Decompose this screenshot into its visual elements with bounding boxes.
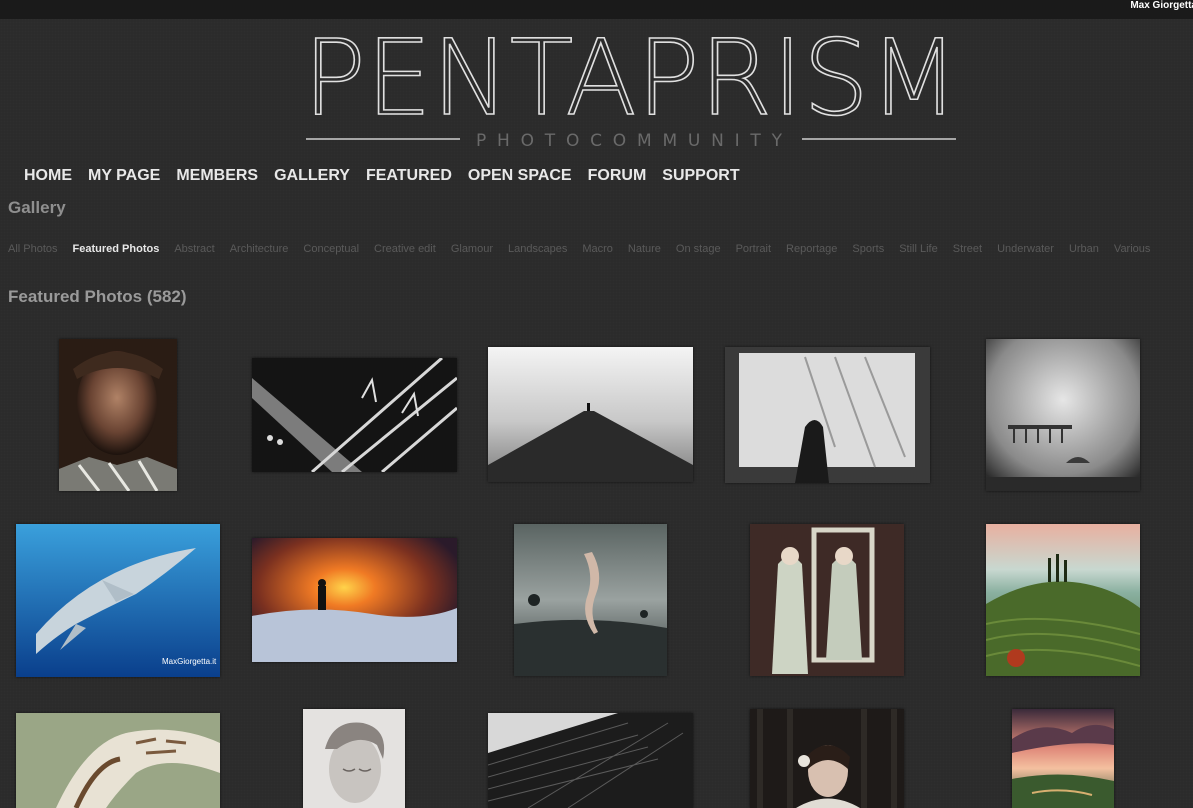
nav-forum[interactable]: FORUM	[580, 166, 655, 188]
photo-thumb-surreal-dancer[interactable]	[514, 524, 667, 676]
category-abstract[interactable]: Abstract	[174, 242, 214, 256]
main-nav: HOME MY PAGE MEMBERS GALLERY FEATURED OP…	[16, 166, 748, 188]
category-underwater[interactable]: Underwater	[997, 242, 1054, 256]
category-conceptual[interactable]: Conceptual	[303, 242, 359, 256]
category-architecture[interactable]: Architecture	[230, 242, 289, 256]
category-sports[interactable]: Sports	[852, 242, 884, 256]
top-bar: Max Giorgetta	[0, 0, 1193, 19]
photo-thumb-woman-frame[interactable]	[725, 347, 930, 483]
photo-thumb-hawk[interactable]	[16, 713, 220, 808]
site-logo[interactable]: PENTAPRISM PHOTOCOMMUNITY	[300, 28, 962, 152]
category-glamour[interactable]: Glamour	[451, 242, 493, 256]
photo-thumb-skyscraper[interactable]	[488, 713, 693, 808]
nav-members[interactable]: MEMBERS	[168, 166, 266, 188]
nav-support[interactable]: SUPPORT	[654, 166, 747, 188]
nav-my-page[interactable]: MY PAGE	[80, 166, 168, 188]
page-title: Gallery	[8, 198, 66, 217]
category-still-life[interactable]: Still Life	[899, 242, 938, 256]
category-reportage[interactable]: Reportage	[786, 242, 837, 256]
category-nature[interactable]: Nature	[628, 242, 661, 256]
nav-home[interactable]: HOME	[16, 166, 80, 188]
photo-thumb-woman-soft[interactable]	[303, 709, 405, 808]
user-name[interactable]: Max Giorgetta	[1130, 0, 1193, 19]
photo-watermark: MaxGiorgetta.it	[162, 657, 217, 666]
section-title: Featured Photos (582)	[8, 287, 187, 306]
photo-thumb-shark[interactable]: MaxGiorgetta.it	[16, 524, 220, 677]
logo-graphic: PENTAPRISM PHOTOCOMMUNITY	[302, 28, 960, 151]
category-on-stage[interactable]: On stage	[676, 242, 721, 256]
logo-brand-text: PENTAPRISM	[303, 28, 959, 139]
category-macro[interactable]: Macro	[582, 242, 613, 256]
photo-thumb-old-man[interactable]	[59, 339, 177, 491]
category-featured-photos[interactable]: Featured Photos	[73, 242, 160, 256]
category-portrait[interactable]: Portrait	[736, 242, 771, 256]
category-various[interactable]: Various	[1114, 242, 1150, 256]
nav-gallery[interactable]: GALLERY	[266, 166, 358, 188]
nav-featured[interactable]: FEATURED	[358, 166, 460, 188]
photo-thumb-sunset-clouds[interactable]	[1012, 709, 1114, 808]
photo-thumb-girls-mirror[interactable]	[750, 524, 904, 676]
category-urban[interactable]: Urban	[1069, 242, 1099, 256]
nav-open-space[interactable]: OPEN SPACE	[460, 166, 580, 188]
photo-thumb-long-exposure-pier[interactable]	[986, 339, 1140, 491]
photo-thumb-sunset-snow[interactable]	[252, 538, 457, 662]
photo-thumb-girl-flower[interactable]	[750, 709, 904, 808]
photo-thumb-street-arrows[interactable]	[252, 358, 457, 472]
category-creative-edit[interactable]: Creative edit	[374, 242, 436, 256]
photo-thumb-tuscany[interactable]	[986, 524, 1140, 676]
category-all-photos[interactable]: All Photos	[8, 242, 58, 256]
category-street[interactable]: Street	[953, 242, 982, 256]
photo-thumb-pier-bw[interactable]	[488, 347, 693, 482]
category-filter: All Photos Featured Photos Abstract Arch…	[8, 242, 1165, 256]
category-landscapes[interactable]: Landscapes	[508, 242, 567, 256]
